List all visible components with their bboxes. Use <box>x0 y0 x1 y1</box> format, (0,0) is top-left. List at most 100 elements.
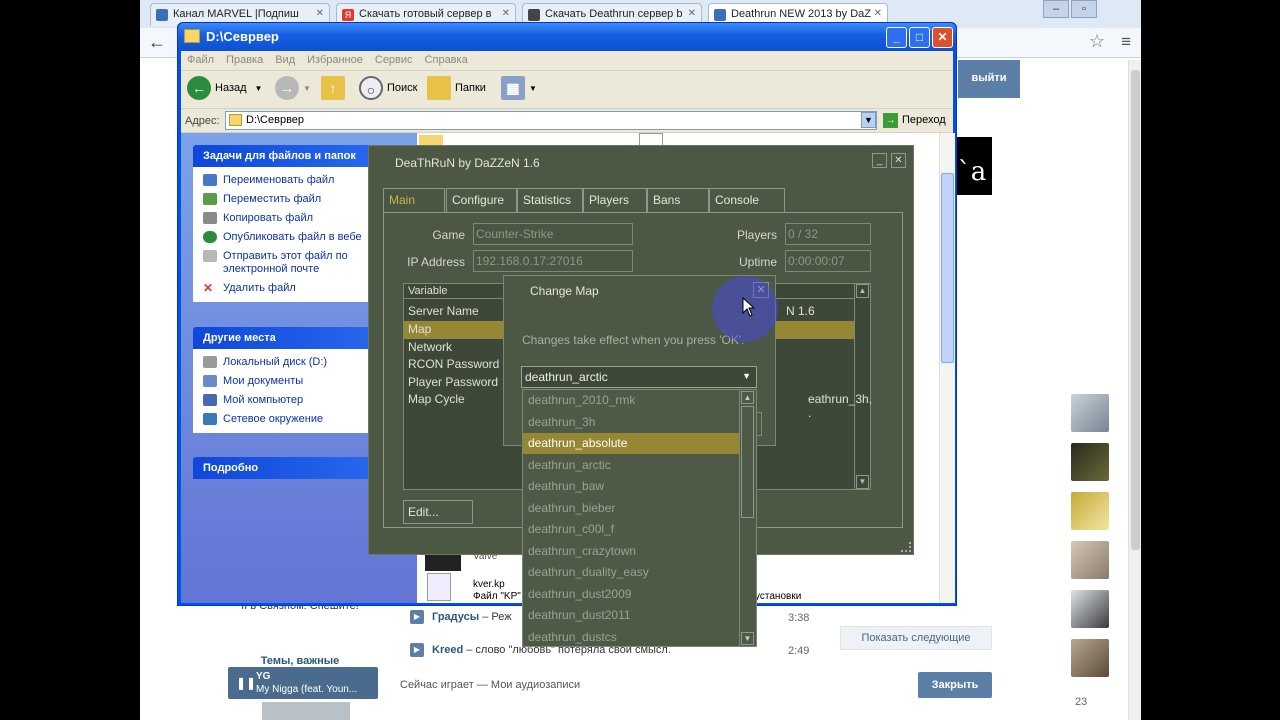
network-link[interactable]: Сетевое окружение <box>201 410 396 429</box>
go-button[interactable]: → Переход <box>883 113 946 128</box>
copy-file-link[interactable]: Копировать файл <box>201 209 396 228</box>
friend-avatar[interactable] <box>1071 639 1109 677</box>
tab-players[interactable]: Players <box>583 188 647 212</box>
bookmark-star-icon[interactable]: ☆ <box>1089 31 1105 52</box>
map-option-highlighted[interactable]: deathrun_absolute <box>523 433 740 454</box>
tab-close-icon[interactable]: ✕ <box>316 8 324 19</box>
menu-favorites[interactable]: Избранное <box>301 51 369 66</box>
menu-tools[interactable]: Сервис <box>369 51 419 66</box>
explorer-titlebar[interactable]: D:\Севрвер _ □ ✕ <box>178 23 956 51</box>
map-option[interactable]: deathrun_dust2011 <box>523 605 740 626</box>
map-option[interactable]: deathrun_duality_easy <box>523 562 740 583</box>
tab-close-icon[interactable]: ✕ <box>502 8 510 19</box>
back-arrow-icon[interactable]: ← <box>148 32 166 53</box>
resize-grip-icon[interactable] <box>901 542 911 552</box>
minimize-button[interactable]: – <box>1043 0 1069 18</box>
map-option[interactable]: deathrun_bieber <box>523 498 740 519</box>
tab-configure[interactable]: Configure <box>446 188 517 212</box>
search-button[interactable]: ○ Поиск <box>359 76 417 104</box>
show-next-button[interactable]: Показать следующие <box>840 626 992 650</box>
tab-statistics[interactable]: Statistics <box>517 188 583 212</box>
folders-button[interactable]: Папки <box>427 76 486 104</box>
scrollbar-thumb[interactable] <box>941 173 954 363</box>
file-name[interactable]: kver.kp <box>473 579 505 591</box>
explorer-scrollbar[interactable] <box>939 133 955 603</box>
move-icon <box>203 193 217 205</box>
friend-avatar[interactable] <box>1071 541 1109 579</box>
logout-button[interactable]: выйти <box>958 60 1020 98</box>
address-dropdown-icon[interactable]: ▼ <box>861 112 876 128</box>
task-label: Копировать файл <box>223 212 314 224</box>
map-option[interactable]: deathrun_c00l_f <box>523 519 740 540</box>
forward-button[interactable]: → ▼ <box>275 76 311 104</box>
network-icon <box>203 413 217 425</box>
tab-bans[interactable]: Bans <box>647 188 709 212</box>
close-button[interactable]: ✕ <box>932 27 953 48</box>
page-scrollbar[interactable] <box>1128 60 1141 720</box>
mini-player[interactable]: ❚❚ YG My Nigga (feat. Youn... <box>228 667 378 699</box>
map-option[interactable]: deathrun_dust2009 <box>523 584 740 605</box>
track-artist[interactable]: Градусы <box>432 611 479 623</box>
back-button[interactable]: ← Назад ▼ <box>187 76 262 104</box>
close-button[interactable]: Закрыть <box>918 672 992 698</box>
tab-main[interactable]: Main <box>383 188 445 213</box>
menu-file[interactable]: Файл <box>181 51 220 66</box>
menu-icon[interactable]: ≡ <box>1121 32 1131 52</box>
dropdown-scrollbar[interactable]: ▲ ▼ <box>739 390 756 646</box>
scrollbar-thumb[interactable] <box>1131 70 1140 550</box>
chevron-down-icon[interactable]: ▼ <box>742 371 751 381</box>
scrollbar-thumb[interactable] <box>741 406 754 518</box>
my-documents-link[interactable]: Мои документы <box>201 372 396 391</box>
minimize-button[interactable]: _ <box>886 27 907 48</box>
tab-close-icon[interactable]: ✕ <box>874 8 882 19</box>
map-option[interactable]: deathrun_baw <box>523 476 740 497</box>
map-option[interactable]: deathrun_dustcs <box>523 627 740 646</box>
close-button[interactable]: ✕ <box>891 153 906 168</box>
tab-console[interactable]: Console <box>709 188 785 212</box>
track-artist[interactable]: Kreed <box>432 644 463 656</box>
table-scrollbar[interactable]: ▲ ▼ <box>854 284 870 489</box>
pause-icon[interactable]: ❚❚ <box>236 676 256 690</box>
delete-file-link[interactable]: ✕ Удалить файл <box>201 279 396 298</box>
edit-button[interactable]: Edit... <box>403 500 473 524</box>
scroll-down-icon[interactable]: ▼ <box>741 632 754 645</box>
move-file-link[interactable]: Переместить файл <box>201 190 396 209</box>
views-button[interactable]: ▦ ▼ <box>501 76 537 104</box>
map-option[interactable]: deathrun_arctic <box>523 455 740 476</box>
forward-arrow-icon: → <box>275 76 299 100</box>
map-option[interactable]: deathrun_3h <box>523 412 740 433</box>
audio-track[interactable]: ▶ Градусы – Реж <box>410 610 512 624</box>
folders-label: Папки <box>455 82 486 94</box>
local-disk-link[interactable]: Локальный диск (D:) <box>201 353 396 372</box>
friend-avatar[interactable] <box>1071 492 1109 530</box>
map-dropdown-list: deathrun_2010_rmk deathrun_3h deathrun_a… <box>522 389 757 647</box>
scroll-down-icon[interactable]: ▼ <box>856 475 869 489</box>
scroll-up-icon[interactable]: ▲ <box>856 284 869 298</box>
maximize-button[interactable]: ▫ <box>1071 0 1097 18</box>
game-field: Counter-Strike <box>473 223 633 245</box>
up-folder-button[interactable]: ↑ <box>321 76 349 104</box>
address-input[interactable]: D:\Севрвер <box>225 111 877 130</box>
ip-field: 192.168.0.17:27016 <box>473 250 633 272</box>
minimize-button[interactable]: _ <box>872 153 887 168</box>
menu-help[interactable]: Справка <box>419 51 474 66</box>
map-option[interactable]: deathrun_2010_rmk <box>523 390 740 411</box>
publish-file-link[interactable]: Опубликовать файл в вебе <box>201 228 396 247</box>
scroll-up-icon[interactable]: ▲ <box>741 391 754 404</box>
tab-close-icon[interactable]: ✕ <box>688 8 696 19</box>
menu-view[interactable]: Вид <box>269 51 301 66</box>
play-icon[interactable]: ▶ <box>410 610 424 624</box>
maximize-button[interactable]: □ <box>909 27 930 48</box>
my-computer-link[interactable]: Мой компьютер <box>201 391 396 410</box>
play-icon[interactable]: ▶ <box>410 643 424 657</box>
friend-avatar[interactable] <box>1071 443 1109 481</box>
map-option[interactable]: deathrun_crazytown <box>523 541 740 562</box>
friend-avatar[interactable] <box>1071 590 1109 628</box>
friend-avatar[interactable] <box>1071 394 1109 432</box>
email-file-link[interactable]: Отправить этот файл по электронной почте <box>201 247 396 279</box>
map-select[interactable]: deathrun_arctic ▼ <box>521 366 757 388</box>
menu-edit[interactable]: Правка <box>220 51 269 66</box>
rename-file-link[interactable]: Переименовать файл <box>201 171 396 190</box>
topics-heading[interactable]: Темы, важные <box>240 655 360 667</box>
game-label: Game <box>432 228 465 242</box>
